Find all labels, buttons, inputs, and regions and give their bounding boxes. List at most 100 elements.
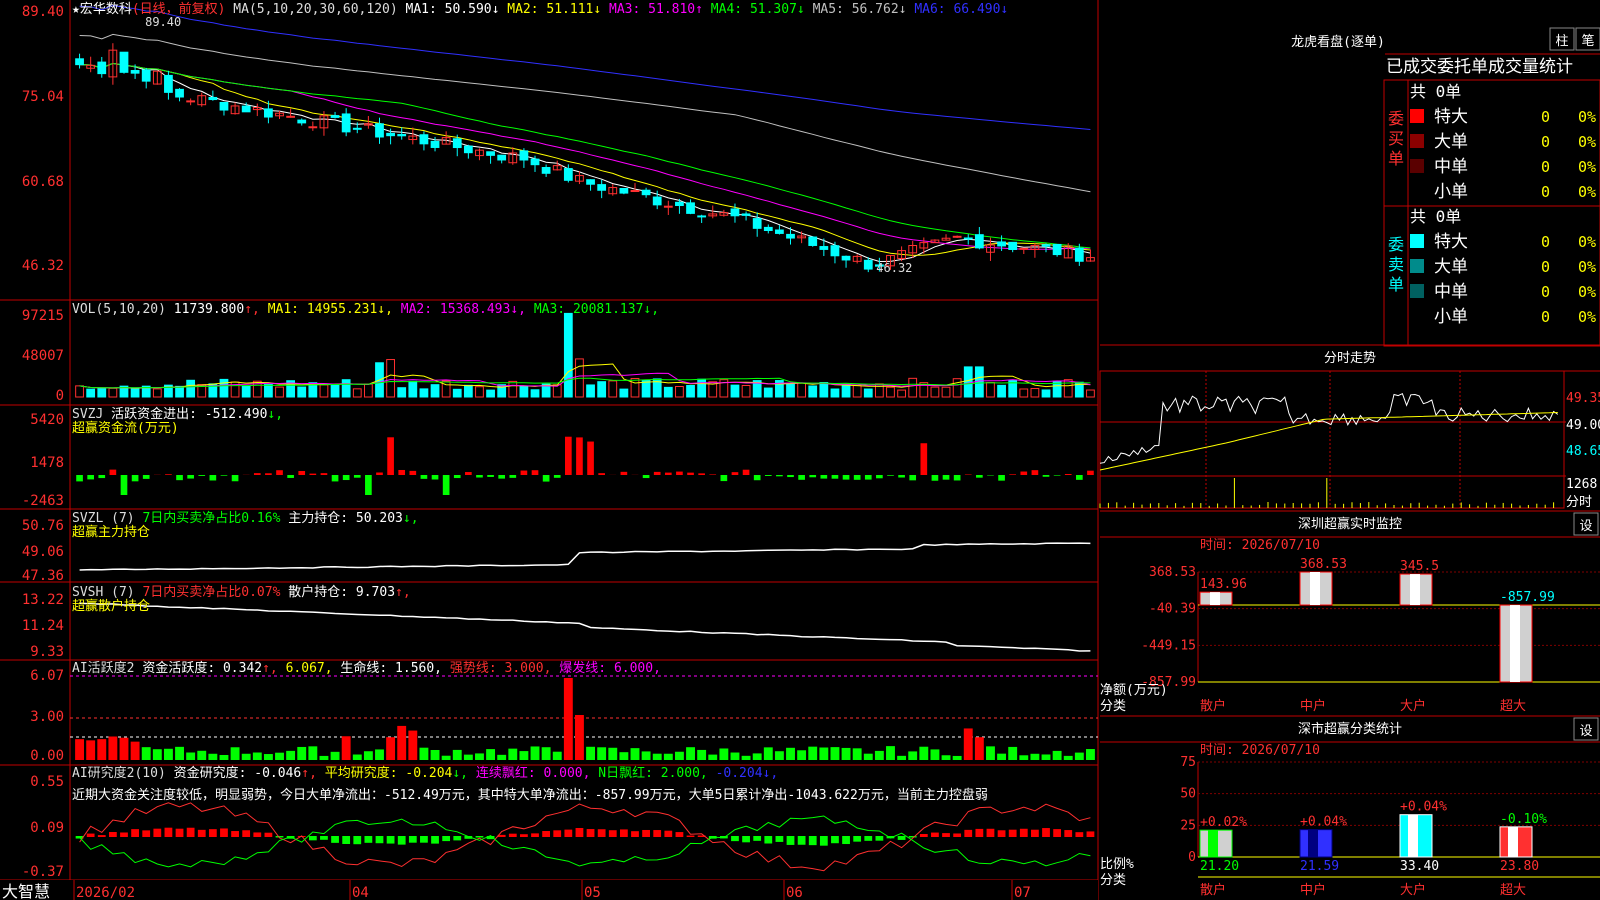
candle-body[interactable]	[1074, 247, 1084, 262]
research-bar	[542, 831, 551, 837]
candle-body[interactable]	[563, 168, 573, 181]
candle-body[interactable]	[1052, 243, 1062, 256]
candle-body[interactable]	[541, 167, 551, 174]
candle-body[interactable]	[430, 140, 440, 148]
activity-bar	[1086, 749, 1095, 760]
candle-body[interactable]	[697, 215, 707, 218]
candle-body[interactable]	[530, 158, 540, 166]
candle-body[interactable]	[752, 218, 762, 229]
activity-bar	[419, 747, 429, 760]
candle-body[interactable]	[264, 108, 273, 118]
candle-body[interactable]	[75, 58, 84, 66]
fund-flow-bar	[298, 471, 306, 475]
candle-body[interactable]	[308, 126, 318, 129]
research-bar	[442, 836, 451, 842]
candle-body[interactable]	[830, 245, 840, 257]
activity-bar	[375, 749, 384, 760]
candle-body[interactable]	[730, 208, 740, 217]
candle-body[interactable]	[763, 226, 773, 231]
fund-flow-bar	[498, 475, 506, 479]
activity-bar	[175, 746, 184, 760]
candle-body[interactable]	[386, 132, 395, 137]
candle-body[interactable]	[519, 150, 529, 161]
candle-body[interactable]	[297, 119, 307, 124]
volume-bar	[241, 385, 251, 398]
candle-body[interactable]	[652, 196, 662, 206]
fund-flow-bar	[731, 472, 739, 475]
candle-body[interactable]	[186, 100, 196, 103]
candle-body[interactable]	[741, 213, 751, 216]
candle-body[interactable]	[619, 188, 629, 194]
candle-body[interactable]	[341, 113, 351, 133]
candle-body[interactable]	[1008, 241, 1018, 250]
activity-bar	[275, 752, 284, 760]
candle-body[interactable]	[208, 96, 218, 101]
fund-flow-bar	[576, 437, 583, 475]
candle-body[interactable]	[841, 255, 851, 261]
longhu-subtitle: 已成交委托单成交量统计	[1386, 57, 1573, 77]
candle-body[interactable]	[97, 61, 107, 75]
fund-flow-bar	[909, 475, 917, 481]
volume-bar	[341, 379, 351, 398]
monitor-y-label: -449.15	[1141, 638, 1196, 653]
candle-body[interactable]	[164, 74, 173, 93]
candle-body[interactable]	[997, 241, 1006, 247]
candle-body[interactable]	[452, 138, 462, 149]
candle-body[interactable]	[775, 229, 784, 234]
candle-body[interactable]	[419, 134, 429, 145]
candle-body[interactable]	[952, 235, 962, 238]
candle-body[interactable]	[397, 133, 407, 137]
research-bar	[1086, 831, 1095, 837]
svsh-y-label: 13.22	[22, 592, 64, 608]
candle-body[interactable]	[375, 123, 384, 138]
volume-bar	[963, 366, 973, 398]
monitor-y-label: -40.39	[1149, 602, 1196, 617]
candle-body[interactable]	[630, 190, 640, 193]
candle-body[interactable]	[463, 145, 473, 154]
buy-row-pct: 0%	[1578, 108, 1596, 126]
fund-flow-bar	[87, 475, 94, 480]
candle-body[interactable]	[586, 179, 595, 185]
candle-body[interactable]	[819, 246, 829, 250]
candle-body[interactable]	[141, 69, 151, 82]
monitor-bar-highlight	[1410, 574, 1420, 606]
candle-body[interactable]	[808, 236, 818, 246]
candle-body[interactable]	[352, 127, 362, 130]
candle-body[interactable]	[675, 201, 684, 207]
candle-body[interactable]	[119, 51, 129, 73]
fund-flow-bar	[420, 475, 428, 479]
candle-body[interactable]	[175, 88, 184, 98]
research-bar	[786, 836, 795, 845]
candle-body[interactable]	[686, 202, 695, 214]
fund-flow-bar	[253, 473, 261, 475]
activity-bar	[786, 747, 795, 760]
candle-body[interactable]	[786, 233, 795, 239]
candle-body[interactable]	[219, 101, 229, 111]
activity-bar	[352, 754, 362, 760]
fenshi-chart[interactable]	[1099, 370, 1565, 509]
candle-body[interactable]	[241, 105, 251, 113]
volume-bar	[986, 381, 995, 398]
candle-body[interactable]	[486, 151, 495, 156]
volume-bar	[264, 384, 273, 398]
kline-chart-area[interactable]: 89.40 46.32 ★宏华数科(日线，前复权) MA(5,10,20,30,60…	[0, 0, 1600, 900]
candle-body[interactable]	[130, 70, 140, 74]
volume-bar	[452, 388, 462, 398]
candle-body[interactable]	[963, 237, 973, 240]
candle-body[interactable]	[1041, 244, 1051, 247]
candle-body[interactable]	[1019, 247, 1029, 250]
candle-body[interactable]	[330, 115, 340, 118]
candle-body[interactable]	[863, 259, 873, 270]
candle-body[interactable]	[597, 184, 607, 191]
candle-body[interactable]	[974, 234, 984, 249]
sell-row-swatch	[1410, 259, 1424, 273]
activity-bar	[297, 746, 307, 760]
candle-body[interactable]	[641, 189, 651, 196]
research-y-label: -0.37	[22, 864, 64, 880]
research-bar	[86, 833, 95, 837]
candle-body[interactable]	[286, 115, 296, 118]
date-label: 06	[786, 885, 803, 900]
candle-body[interactable]	[497, 154, 507, 161]
research-bar	[764, 836, 773, 844]
research-bar	[997, 830, 1006, 837]
